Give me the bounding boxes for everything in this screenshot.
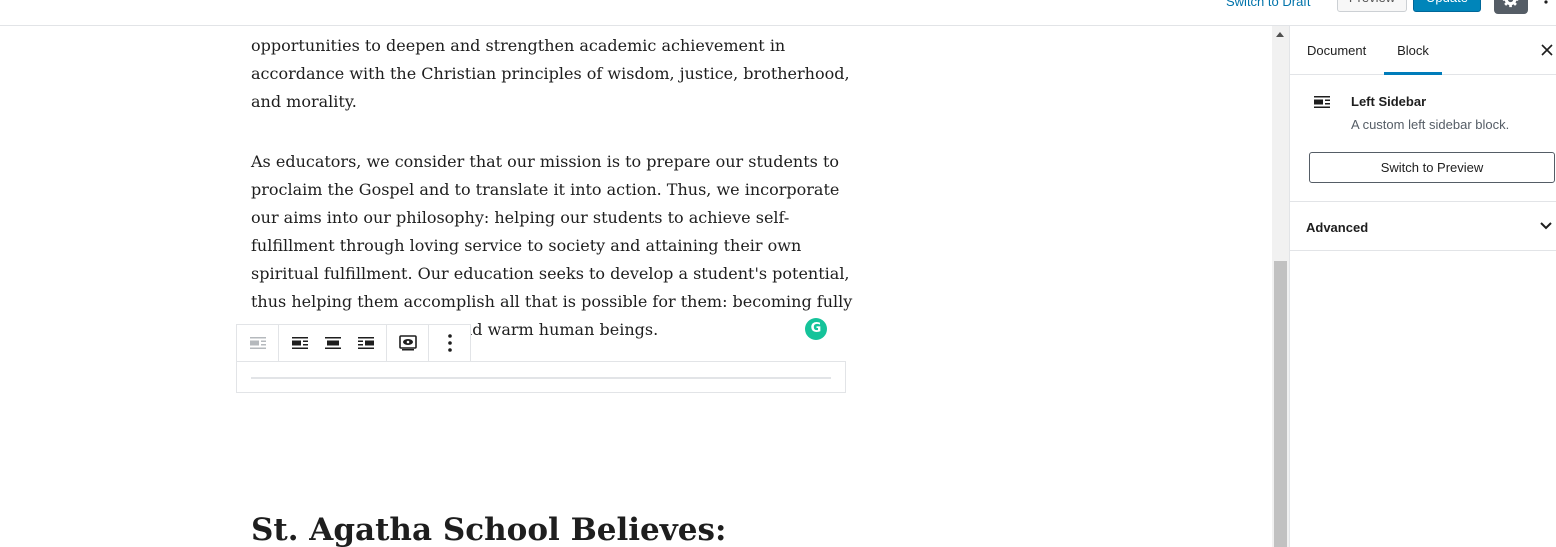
heading-block[interactable]: St. Agatha School Believes: [251, 512, 726, 547]
preview-toggle-button[interactable] [391, 325, 424, 361]
chevron-down-icon [1540, 222, 1552, 230]
editor-scrollbar[interactable] [1272, 26, 1289, 547]
left-sidebar-block[interactable] [236, 361, 846, 393]
paragraph-line: accordance with the Christian principles… [251, 64, 850, 83]
paragraph-line: fulfillment through loving service to so… [251, 236, 802, 255]
preview-button[interactable]: Preview [1337, 0, 1407, 12]
left-sidebar-block-icon [1314, 96, 1330, 108]
more-options-button[interactable] [433, 325, 466, 361]
advanced-panel-toggle[interactable]: Advanced [1290, 203, 1556, 251]
align-center-icon [324, 337, 341, 349]
more-options-icon [447, 334, 452, 352]
editor-header: Switch to Draft Preview Update [0, 0, 1556, 26]
tab-block[interactable]: Block [1384, 26, 1442, 75]
align-left-button[interactable] [283, 325, 316, 361]
gear-icon [1502, 0, 1519, 8]
switch-to-draft-link[interactable]: Switch to Draft [1226, 0, 1311, 9]
paragraph-line: and morality. [251, 92, 357, 111]
block-separator [251, 377, 831, 379]
grammarly-icon[interactable]: G [805, 318, 827, 340]
block-toolbar [236, 324, 471, 362]
block-type-button[interactable] [241, 325, 274, 361]
settings-button[interactable] [1494, 0, 1528, 14]
left-sidebar-block-icon [249, 337, 266, 349]
paragraph-block[interactable]: As educators, we consider that our missi… [251, 148, 853, 344]
paragraph-line: our aims into our philosophy: helping ou… [251, 208, 790, 227]
paragraph-block[interactable]: opportunities to deepen and strengthen a… [251, 32, 850, 116]
align-left-icon [291, 337, 308, 349]
scroll-up-arrow-icon[interactable] [1276, 32, 1284, 37]
paragraph-line: thus helping them accomplish all that is… [251, 292, 853, 311]
close-icon[interactable] [1540, 43, 1554, 57]
update-button[interactable]: Update [1413, 0, 1481, 12]
more-vertical-icon[interactable] [1542, 0, 1550, 4]
advanced-panel-label: Advanced [1306, 220, 1369, 235]
align-center-button[interactable] [316, 325, 349, 361]
paragraph-line: proclaim the Gospel and to translate it … [251, 180, 840, 199]
tab-document[interactable]: Document [1307, 26, 1366, 75]
paragraph-line: As educators, we consider that our missi… [251, 152, 840, 171]
block-description: A custom left sidebar block. [1351, 117, 1510, 132]
paragraph-line: spiritual fulfillment. Our education see… [251, 264, 850, 283]
align-right-icon [357, 337, 374, 349]
settings-sidebar: Document Block Left Sidebar A custom lef… [1289, 26, 1556, 547]
paragraph-line: opportunities to deepen and strengthen a… [251, 36, 786, 55]
sidebar-tabs: Document Block [1290, 26, 1556, 75]
scrollbar-thumb[interactable] [1274, 261, 1287, 547]
align-right-button[interactable] [349, 325, 382, 361]
block-card: Left Sidebar A custom left sidebar block… [1290, 75, 1556, 202]
block-title: Left Sidebar [1351, 94, 1427, 109]
switch-to-preview-button[interactable]: Switch to Preview [1309, 152, 1555, 183]
preview-eye-icon [398, 335, 417, 351]
